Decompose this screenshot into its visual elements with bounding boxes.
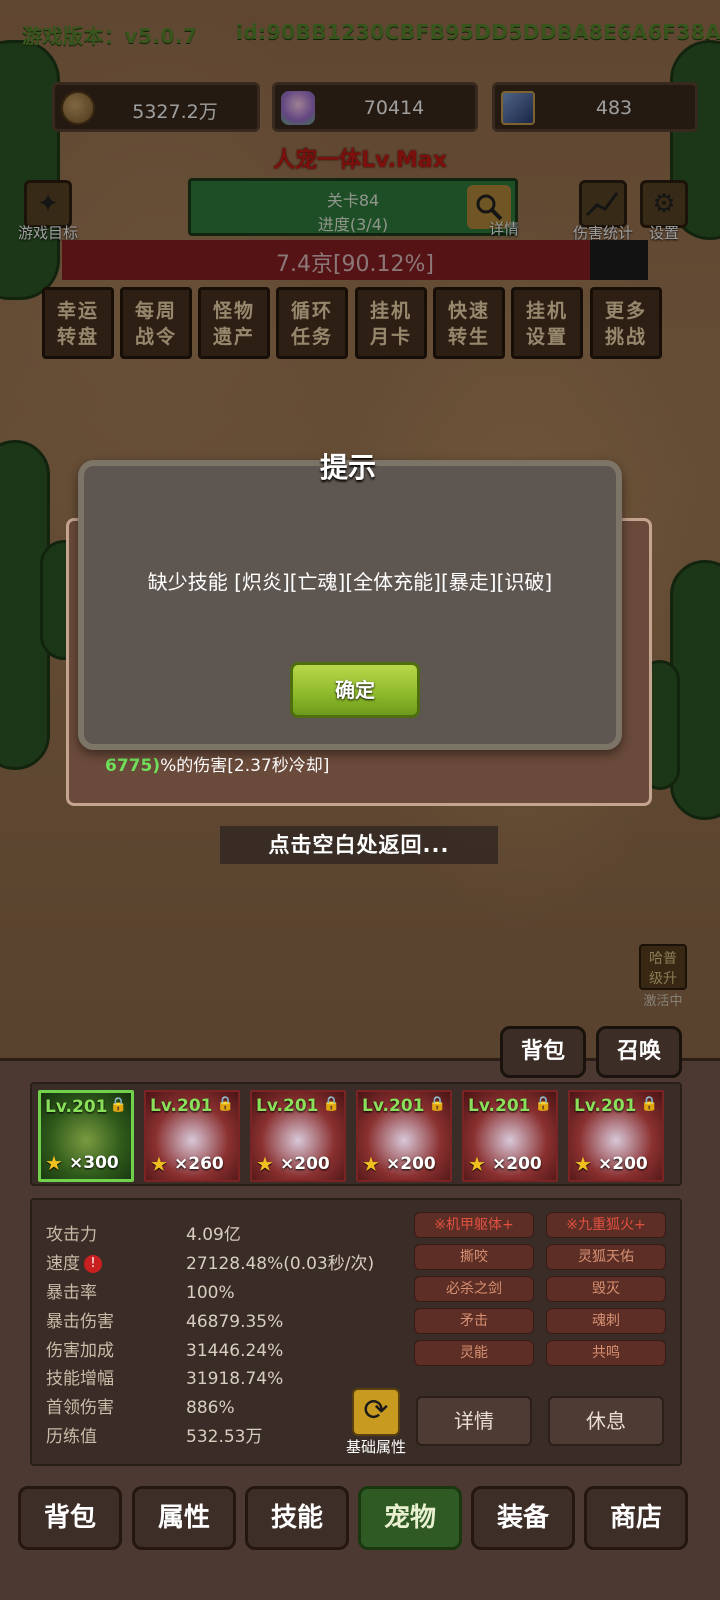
stat-row: 历练值 532.53万: [46, 1422, 262, 1447]
stat-row: 速度! 27128.48%(0.03秒/次): [46, 1249, 374, 1274]
pet-count: ×260: [174, 1154, 224, 1174]
pet-card[interactable]: Lv.201 🔒 ★ ×300: [38, 1090, 134, 1182]
stat-row: 伤害加成 31446.24%: [46, 1336, 283, 1361]
skill-tag[interactable]: 撕咬: [414, 1244, 534, 1270]
stat-label: 暴击率: [46, 1283, 97, 1303]
pet-level: Lv.201: [45, 1097, 108, 1117]
stat-label: 技能增幅: [46, 1369, 114, 1389]
stat-row: 技能增幅 31918.74%: [46, 1364, 283, 1389]
bag-tab[interactable]: 背包: [500, 1026, 586, 1078]
nav-skills[interactable]: 技能: [245, 1486, 349, 1550]
nav-bag[interactable]: 背包: [18, 1486, 122, 1550]
skill-tag[interactable]: 毁灭: [546, 1276, 666, 1302]
skill-tag[interactable]: 灵狐天佑: [546, 1244, 666, 1270]
lock-icon: 🔒: [322, 1096, 340, 1112]
pet-count: ×200: [280, 1154, 330, 1174]
base-attr-label: 基础属性: [345, 1438, 406, 1456]
pet-level: Lv.201: [574, 1096, 637, 1116]
pet-level: Lv.201: [468, 1096, 531, 1116]
stat-label: 历练值: [46, 1427, 97, 1447]
stat-row: 首领伤害 886%: [46, 1393, 235, 1418]
skill-tag[interactable]: 共鸣: [546, 1340, 666, 1366]
stat-value: 532.53万: [186, 1427, 263, 1447]
confirm-button[interactable]: 确定: [290, 662, 420, 718]
skill-desc: 6775)%的伤害[2.37秒冷却]: [105, 751, 329, 776]
star-icon: ★: [362, 1152, 380, 1176]
star-icon: ★: [45, 1151, 63, 1175]
pet-card[interactable]: Lv.201 🔒 ★ ×200: [250, 1090, 346, 1182]
warning-icon[interactable]: !: [84, 1255, 102, 1273]
base-attr-button[interactable]: ⟳ 基础属性: [336, 1388, 416, 1457]
pet-count: ×300: [69, 1153, 119, 1173]
skill-tag[interactable]: 灵能: [414, 1340, 534, 1366]
tap-to-return-hint[interactable]: 点击空白处返回...: [220, 826, 498, 864]
stat-label: 暴击伤害: [46, 1312, 114, 1332]
skill-tag[interactable]: ※机甲躯体+: [414, 1212, 534, 1238]
pet-count: ×200: [386, 1154, 436, 1174]
star-icon: ★: [256, 1152, 274, 1176]
lock-icon: 🔒: [109, 1097, 127, 1113]
stat-label: 伤害加成: [46, 1341, 114, 1361]
pet-card[interactable]: Lv.201 🔒 ★ ×200: [568, 1090, 664, 1182]
lock-icon: 🔒: [534, 1096, 552, 1112]
nav-attributes[interactable]: 属性: [132, 1486, 236, 1550]
stat-label: 首领伤害: [46, 1398, 114, 1418]
pet-card[interactable]: Lv.201 🔒 ★ ×200: [462, 1090, 558, 1182]
lock-icon: 🔒: [640, 1096, 658, 1112]
skill-text: %的伤害[2.37秒冷却]: [160, 756, 330, 776]
lock-icon: 🔒: [428, 1096, 446, 1112]
pet-level: Lv.201: [150, 1096, 213, 1116]
dialog-title: 提示: [319, 451, 376, 484]
pet-rest-button[interactable]: 休息: [548, 1396, 664, 1446]
skill-tag[interactable]: 矛击: [414, 1308, 534, 1334]
stat-value: 27128.48%(0.03秒/次): [186, 1254, 375, 1274]
stat-value: 31918.74%: [186, 1369, 284, 1389]
pet-card[interactable]: Lv.201 🔒 ★ ×200: [356, 1090, 452, 1182]
pet-level: Lv.201: [256, 1096, 319, 1116]
star-icon: ★: [468, 1152, 486, 1176]
pet-list: Lv.201 🔒 ★ ×300 Lv.201 🔒 ★ ×260 Lv.201 🔒 ★ ×20…: [30, 1082, 682, 1186]
stat-value: 100%: [186, 1283, 235, 1303]
stat-row: 暴击伤害 46879.35%: [46, 1307, 283, 1332]
stat-label: 攻击力: [46, 1225, 97, 1245]
pet-level: Lv.201: [362, 1096, 425, 1116]
stat-row: 攻击力 4.09亿: [46, 1220, 241, 1245]
stat-label: 速度: [46, 1254, 80, 1274]
stat-value: 31446.24%: [186, 1341, 284, 1361]
stat-row: 暴击率 100%: [46, 1278, 235, 1303]
pet-count: ×200: [598, 1154, 648, 1174]
pet-card[interactable]: Lv.201 🔒 ★ ×260: [144, 1090, 240, 1182]
skill-tag[interactable]: 魂刺: [546, 1308, 666, 1334]
stat-value: 46879.35%: [186, 1312, 284, 1332]
pet-count: ×200: [492, 1154, 542, 1174]
stat-value: 886%: [186, 1398, 235, 1418]
star-icon: ★: [574, 1152, 592, 1176]
skill-value: 6775): [105, 756, 161, 776]
nav-pets[interactable]: 宠物: [358, 1486, 462, 1550]
stat-value: 4.09亿: [186, 1225, 241, 1245]
refresh-icon: ⟳: [352, 1388, 400, 1436]
nav-shop[interactable]: 商店: [584, 1486, 688, 1550]
pet-detail-button[interactable]: 详情: [416, 1396, 532, 1446]
nav-equipment[interactable]: 装备: [471, 1486, 575, 1550]
lock-icon: 🔒: [216, 1096, 234, 1112]
skill-tag[interactable]: ※九重狐火+: [546, 1212, 666, 1238]
star-icon: ★: [150, 1152, 168, 1176]
summon-tab[interactable]: 召唤: [596, 1026, 682, 1078]
alert-dialog: 缺少技能 [炽炎][亡魂][全体充能][暴走][识破] 确定: [78, 460, 622, 750]
skill-tag[interactable]: 必杀之剑: [414, 1276, 534, 1302]
dialog-message: 缺少技能 [炽炎][亡魂][全体充能][暴走][识破]: [147, 570, 553, 594]
